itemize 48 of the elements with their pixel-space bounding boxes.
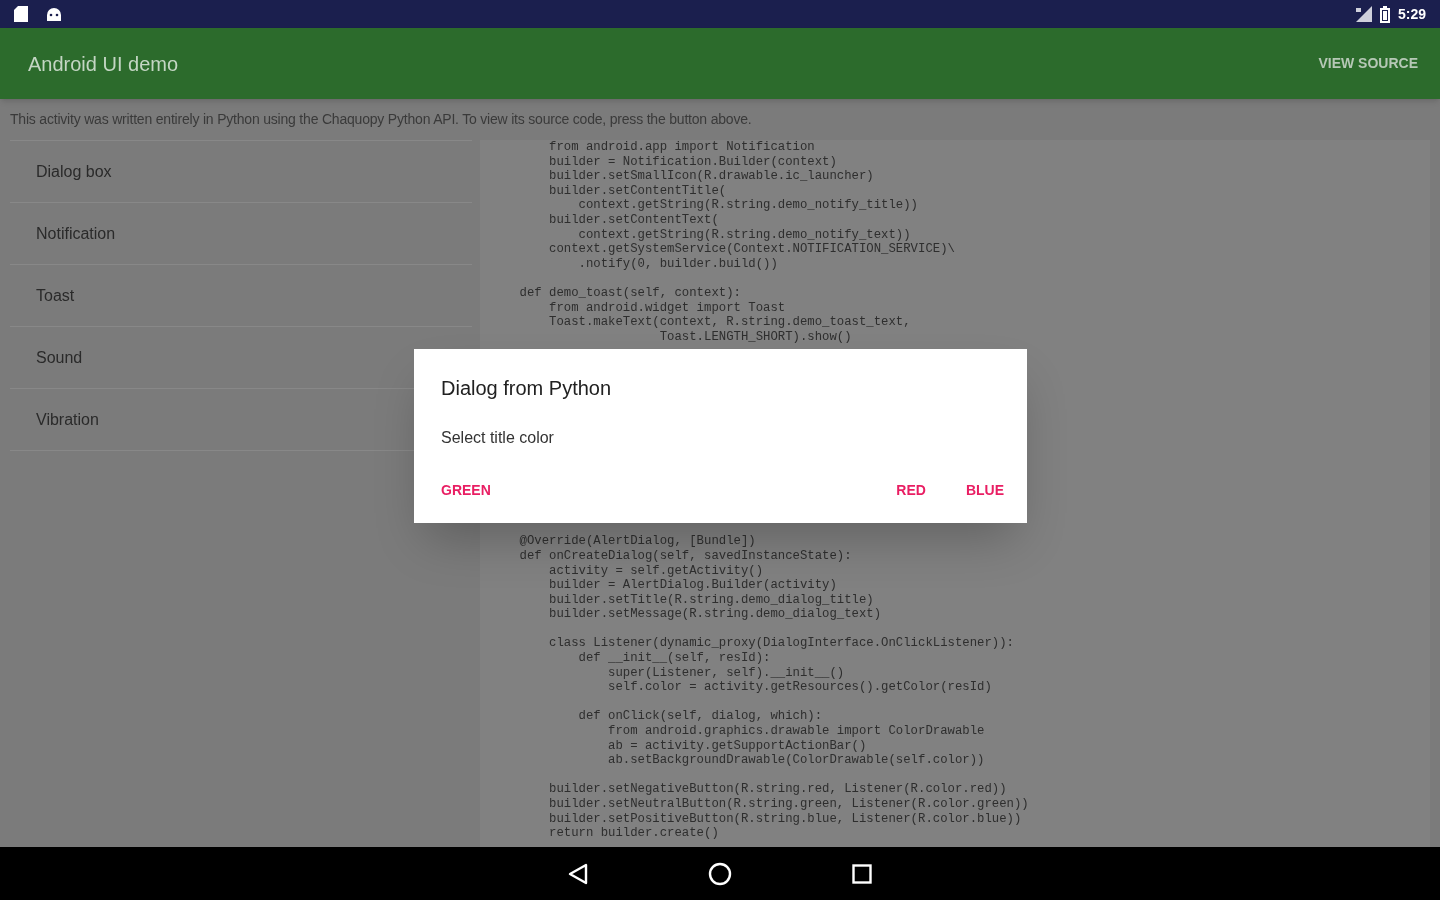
code-line: context.getString(R.string.demo_notify_title)): [577, 198, 918, 213]
code-line: builder.setPositiveButton(R.string.blue, Listener(R.color.blue)): [548, 811, 1022, 827]
sd-card-icon: [14, 6, 28, 22]
code-line: @Override(AlertDialog, [Bundle]): [518, 534, 756, 549]
code-line: Toast.LENGTH_SHORT).show(): [658, 329, 852, 345]
view-source-button[interactable]: VIEW SOURCE: [1318, 53, 1418, 74]
demo-list-item[interactable]: Dialog box: [10, 141, 472, 203]
code-line: class Listener(dynamic_proxy(DialogInterface.OnClickListener)):: [548, 636, 1014, 652]
code-line: context.getSystemService(Context.NOTIFICATION_SERVICE)\: [548, 242, 955, 257]
code-line: builder.setSmallIcon(R.drawable.ic_launcher): [548, 169, 874, 184]
code-line: self.color = activity.getResources().getColor(resId): [607, 680, 992, 695]
signal-icon: [1353, 6, 1372, 22]
code-line: def onCreateDialog(self, savedInstanceState):: [518, 548, 852, 564]
code-line: super(Listener, self).__init__(): [607, 665, 845, 681]
code-line: def __init__(self, resId):: [577, 651, 771, 666]
code-line: builder = AlertDialog.Builder(activity): [548, 578, 837, 593]
code-line: ab = activity.getSupportActionBar(): [607, 738, 867, 754]
dialog-button[interactable]: BLUE: [965, 480, 1004, 501]
code-line: builder.setTitle(R.string.demo_dialog_title): [548, 592, 874, 608]
battery-icon: [1379, 5, 1390, 23]
code-line: builder.setNegativeButton(R.string.red, Listener(R.color.red)): [548, 782, 1007, 797]
code-line: ab.setBackgroundDrawable(ColorDrawable(self.color)): [607, 753, 985, 768]
dialog-button[interactable]: RED: [896, 480, 926, 501]
code-line: from android.widget import Toast: [548, 300, 786, 316]
code-line: builder.setMessage(R.string.demo_dialog_text): [548, 607, 882, 622]
home-icon[interactable]: [708, 861, 732, 886]
back-icon[interactable]: [568, 862, 588, 885]
code-line: builder = Notification.Builder(context): [548, 154, 837, 170]
demo-list-item[interactable]: Notification: [10, 203, 472, 265]
code-line: def onClick(self, dialog, which):: [577, 709, 823, 725]
code-line: Toast.makeText(context, R.string.demo_toast_text,: [548, 315, 911, 330]
code-line: builder.setContentText(: [548, 212, 719, 228]
code-line: def demo_toast(self, context):: [518, 285, 741, 301]
app-title: Android UI demo: [28, 51, 179, 77]
description-text: This activity was written entirely in Python using the Chaquopy Python API. To view its source code, press the button above.: [10, 110, 752, 129]
code-line: builder.setNeutralButton(R.string.green, Listener(R.color.green)): [548, 797, 1029, 812]
code-line: builder.setContentTitle(: [548, 183, 727, 199]
demo-list-item[interactable]: Toast: [10, 265, 472, 327]
clock: 5:29: [1397, 4, 1426, 24]
dialog-button[interactable]: GREEN: [441, 480, 491, 501]
code-line: .notify(0, builder.build()): [577, 256, 778, 272]
code-line: from android.app import Notification: [548, 140, 815, 155]
code-line: activity = self.getActivity(): [548, 563, 764, 579]
code-line: return builder.create(): [548, 826, 719, 841]
android-icon: [46, 7, 62, 21]
recents-icon[interactable]: [852, 863, 872, 884]
code-line: context.getString(R.string.demo_notify_text)): [577, 227, 911, 243]
code-line: from android.graphics.drawable import ColorDrawable: [607, 724, 985, 739]
